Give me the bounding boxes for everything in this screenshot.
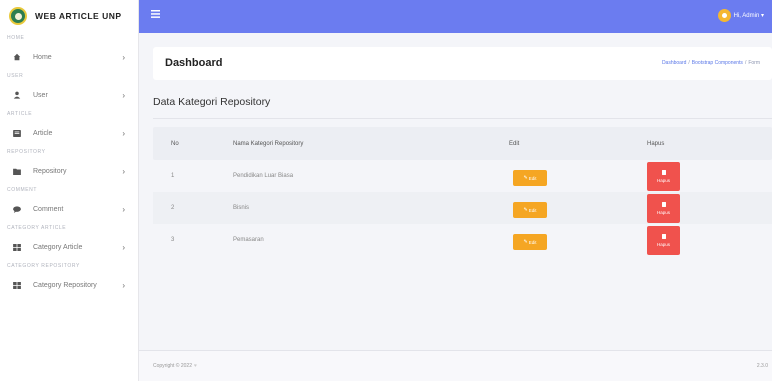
trash-icon bbox=[661, 201, 666, 207]
chevron-right-icon: › bbox=[122, 52, 125, 62]
edit-icon: ✎ bbox=[523, 175, 528, 181]
sidebar-item-home[interactable]: Home › bbox=[0, 44, 138, 70]
column-header-edit: Edit bbox=[509, 140, 520, 147]
trash-icon bbox=[661, 169, 666, 175]
edit-button[interactable]: ✎ Edit bbox=[513, 202, 547, 218]
breadcrumb: Dashboard / Bootstrap Components / Form bbox=[661, 60, 760, 66]
brand[interactable]: WEB ARTICLE UNP bbox=[0, 0, 138, 32]
chevron-right-icon: › bbox=[122, 90, 125, 100]
table-row: 2 Bisnis ✎ Edit Hapus bbox=[153, 192, 772, 224]
sidebar-item-user[interactable]: User › bbox=[0, 82, 138, 108]
sidebar-item-label: Category Repository bbox=[33, 281, 97, 289]
section-heading-article: ARTICLE bbox=[7, 111, 33, 117]
user-menu[interactable]: Hi, Admin ▾ bbox=[717, 9, 764, 22]
sidebar: WEB ARTICLE UNP HOME Home › USER User › … bbox=[0, 0, 139, 381]
table-row: 1 Pendidikan Luar Biasa ✎ Edit Hapus bbox=[153, 160, 772, 192]
trash-icon bbox=[661, 233, 666, 239]
hamburger-menu-icon[interactable] bbox=[151, 10, 160, 21]
breadcrumb-link-components[interactable]: Bootstrap Components bbox=[692, 60, 743, 66]
footer: Copyright © 2022 ♥ 2.3.0 bbox=[139, 350, 772, 381]
section-heading-repository: REPOSITORY bbox=[7, 149, 46, 155]
column-header-no: No bbox=[171, 140, 179, 147]
page-header-card: Dashboard Dashboard / Bootstrap Components… bbox=[153, 47, 772, 80]
sidebar-item-category-article[interactable]: Category Article › bbox=[0, 234, 138, 260]
page-title: Dashboard bbox=[165, 57, 223, 69]
copyright-text: Copyright © 2022 ♥ bbox=[153, 363, 197, 369]
delete-button-label: Hapus bbox=[656, 209, 670, 215]
sidebar-item-label: Article bbox=[33, 129, 53, 137]
chevron-right-icon: › bbox=[122, 128, 125, 138]
section-heading-home: HOME bbox=[7, 35, 25, 41]
edit-button[interactable]: ✎ Edit bbox=[513, 234, 547, 250]
section-heading-user: USER bbox=[7, 73, 24, 79]
sidebar-item-label: Category Article bbox=[33, 243, 83, 251]
chevron-right-icon: › bbox=[122, 204, 125, 214]
table-row: 3 Pemasaran ✎ Edit Hapus bbox=[153, 224, 772, 256]
sidebar-item-article[interactable]: Article › bbox=[0, 120, 138, 146]
section-heading-category-article: CATEGORY ARTICLE bbox=[7, 225, 67, 231]
delete-button-label: Hapus bbox=[656, 177, 670, 183]
column-header-name: Nama Kategori Repository bbox=[233, 140, 304, 147]
divider bbox=[153, 118, 772, 119]
edit-icon: ✎ bbox=[523, 239, 528, 245]
sidebar-item-label: Home bbox=[33, 53, 52, 61]
cell-name: Bisnis bbox=[233, 205, 250, 211]
article-icon bbox=[11, 129, 23, 137]
chevron-right-icon: › bbox=[122, 242, 125, 252]
breadcrumb-link-dashboard[interactable]: Dashboard bbox=[662, 60, 686, 66]
home-icon bbox=[11, 53, 23, 61]
delete-button[interactable]: Hapus bbox=[647, 225, 680, 255]
cell-no: 2 bbox=[171, 205, 175, 211]
cell-name: Pemasaran bbox=[233, 237, 264, 243]
brand-title: WEB ARTICLE UNP bbox=[35, 11, 122, 21]
edit-button-label: Edit bbox=[528, 239, 537, 245]
grid-icon bbox=[11, 243, 23, 251]
user-icon bbox=[11, 91, 23, 99]
sidebar-item-label: User bbox=[33, 91, 48, 99]
delete-button[interactable]: Hapus bbox=[647, 193, 680, 223]
edit-button-label: Edit bbox=[528, 175, 537, 181]
edit-button[interactable]: ✎ Edit bbox=[513, 170, 547, 186]
column-header-hapus: Hapus bbox=[647, 140, 665, 147]
user-menu-label: Hi, Admin ▾ bbox=[733, 13, 764, 19]
sidebar-item-repository[interactable]: Repository › bbox=[0, 158, 138, 184]
edit-icon: ✎ bbox=[523, 207, 528, 213]
version-text: 2.3.0 bbox=[756, 363, 768, 369]
avatar bbox=[717, 9, 731, 22]
university-logo bbox=[9, 7, 27, 25]
cell-no: 3 bbox=[171, 237, 175, 243]
top-navbar: Hi, Admin ▾ bbox=[139, 0, 772, 33]
chevron-right-icon: › bbox=[122, 280, 125, 290]
folder-icon bbox=[11, 168, 23, 175]
grid-icon bbox=[11, 281, 23, 289]
content-title: Data Kategori Repository bbox=[153, 96, 271, 108]
cell-name: Pendidikan Luar Biasa bbox=[233, 173, 294, 179]
sidebar-item-comment[interactable]: Comment › bbox=[0, 196, 138, 222]
cell-no: 1 bbox=[171, 173, 175, 179]
sidebar-item-category-repository[interactable]: Category Repository › bbox=[0, 272, 138, 298]
breadcrumb-current: Form bbox=[748, 60, 760, 66]
heart-icon: ♥ bbox=[193, 363, 197, 369]
sidebar-item-label: Repository bbox=[33, 167, 67, 175]
delete-button-label: Hapus bbox=[656, 241, 670, 247]
edit-button-label: Edit bbox=[528, 207, 537, 213]
category-table: No Nama Kategori Repository Edit Hapus 1… bbox=[153, 127, 772, 256]
section-heading-comment: COMMENT bbox=[7, 187, 38, 193]
section-heading-category-repository: CATEGORY REPOSITORY bbox=[7, 263, 80, 269]
delete-button[interactable]: Hapus bbox=[647, 161, 680, 191]
sidebar-item-label: Comment bbox=[33, 205, 64, 213]
table-header-row: No Nama Kategori Repository Edit Hapus bbox=[153, 127, 772, 160]
chevron-right-icon: › bbox=[122, 166, 125, 176]
comment-icon bbox=[11, 205, 23, 213]
